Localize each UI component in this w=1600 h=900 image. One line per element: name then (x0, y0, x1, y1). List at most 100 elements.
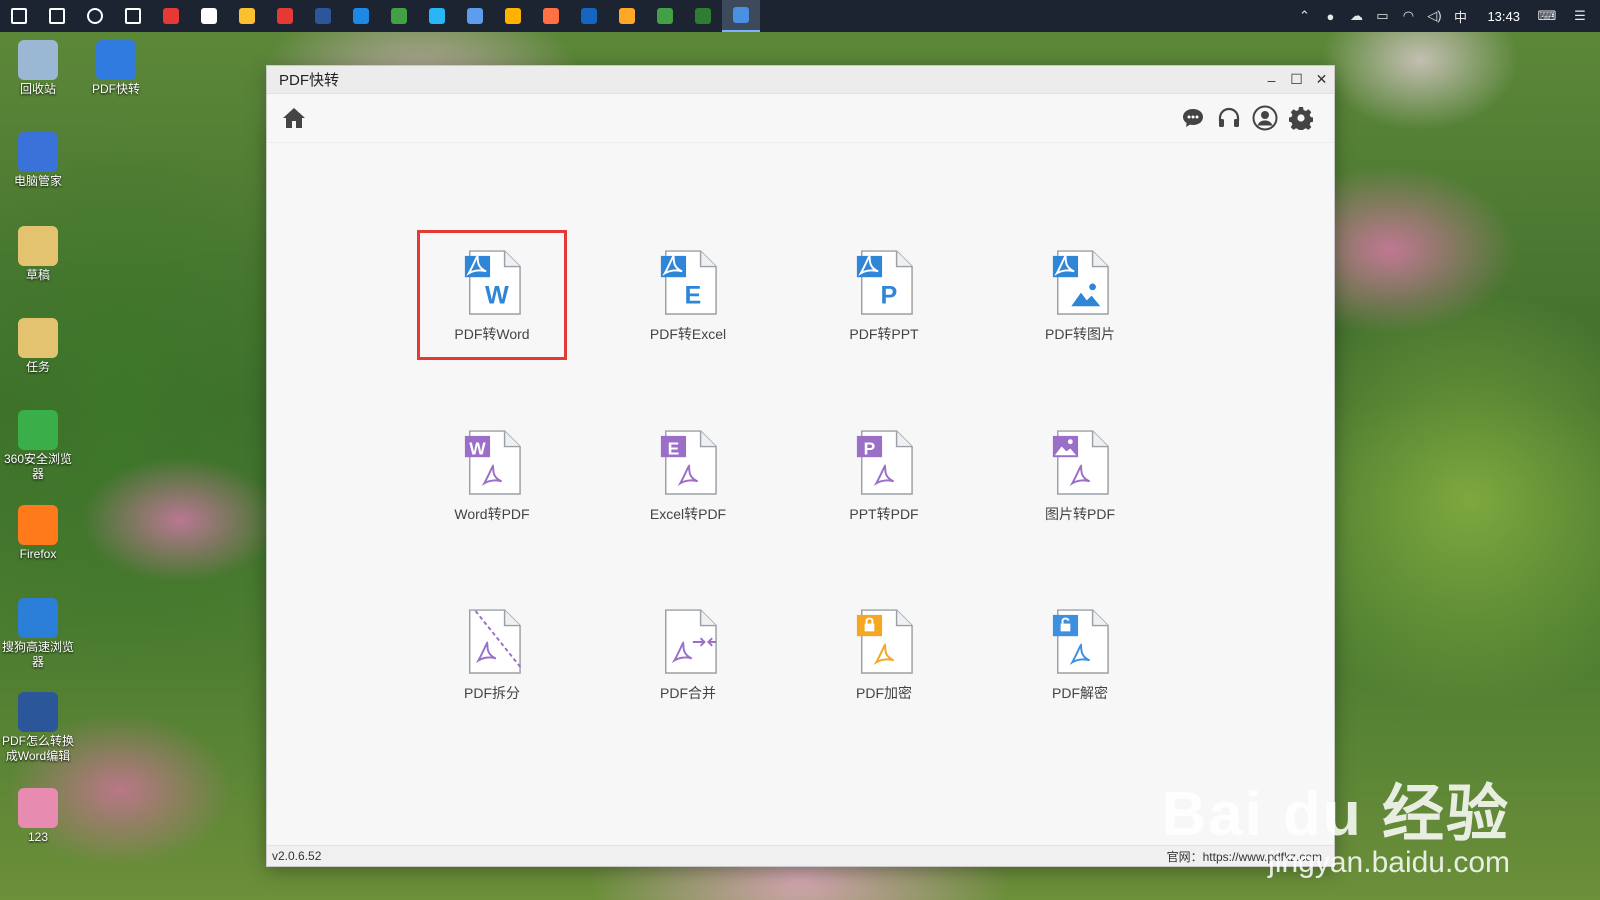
desktop-app-icon (18, 132, 58, 172)
desktop-icon[interactable]: 123 (0, 788, 76, 845)
task-view-icon[interactable] (114, 0, 152, 32)
desktop-icon-label: Firefox (19, 547, 57, 561)
wechat-icon[interactable] (646, 0, 684, 32)
tool-label: 图片转PDF (1045, 506, 1115, 522)
tool-tile[interactable]: P PDF转PPT (809, 230, 959, 360)
svg-text:W: W (469, 438, 486, 458)
watermark-url: jingyan.baidu.com (1268, 846, 1510, 879)
desktop-icon[interactable]: Firefox (0, 505, 76, 562)
desktop-app-icon (18, 226, 58, 266)
watermark-brand: Bai du 经验 (1161, 780, 1510, 849)
pdf-kuaizhuan-taskbar-icon[interactable] (722, 0, 760, 32)
account-button[interactable] (1250, 103, 1280, 133)
feedback-button[interactable] (1178, 103, 1208, 133)
tool-tile[interactable]: PDF拆分 (417, 589, 567, 719)
merge-doc-icon (665, 609, 717, 674)
image-to-pdf-doc-icon (1052, 430, 1109, 495)
close-button[interactable]: ✕ (1309, 66, 1334, 93)
wifi-icon[interactable]: ◠ (1395, 0, 1421, 32)
desktop-icon[interactable]: 回收站 (0, 40, 76, 97)
desktop-app-icon (18, 692, 58, 732)
svg-text:E: E (684, 281, 701, 309)
app-pen-icon[interactable] (456, 0, 494, 32)
tool-tile[interactable]: PDF加密 (809, 589, 959, 719)
tool-tile[interactable]: PDF合并 (613, 589, 763, 719)
desktop-icon[interactable]: 搜狗高速浏览器 (0, 598, 76, 670)
app-yellow-icon[interactable] (228, 0, 266, 32)
chevron-up-icon[interactable]: ⌃ (1291, 0, 1317, 32)
title-bar[interactable]: PDF快转 – ☐ ✕ (267, 66, 1334, 94)
app-blue-icon[interactable] (418, 0, 456, 32)
desktop-icon[interactable]: PDF怎么转换成Word编辑 (0, 692, 76, 764)
desktop-icon-label: 搜狗高速浏览器 (1, 640, 74, 669)
search-icon[interactable] (38, 0, 76, 32)
desktop-icon[interactable]: 任务 (0, 318, 76, 375)
desktop-icon[interactable]: 草稿 (0, 226, 76, 283)
baidu-watermark: Bai du 经验 jingyan.baidu.com (1161, 784, 1510, 880)
pdf-to-doc-icon: W (464, 250, 521, 315)
app-orange-icon[interactable] (532, 0, 570, 32)
desktop-icon-label: 草稿 (25, 268, 50, 282)
battery-icon[interactable]: ▭ (1369, 0, 1395, 32)
tool-label: PDF转图片 (1045, 326, 1115, 342)
chat-bubble-icon (1183, 109, 1203, 127)
home-button[interactable] (279, 103, 309, 133)
qq-tray-icon[interactable]: ● (1317, 0, 1343, 32)
excel-icon[interactable] (684, 0, 722, 32)
tool-tile[interactable]: PDF转图片 (1005, 230, 1155, 360)
tool-tile[interactable]: W PDF转Word (417, 230, 567, 360)
tool-tile[interactable]: E PDF转Excel (613, 230, 763, 360)
tool-tile[interactable]: P PPT转PDF (809, 410, 959, 540)
edge-icon[interactable] (342, 0, 380, 32)
desktop-icon-label: 电脑管家 (13, 174, 62, 188)
support-button[interactable] (1214, 103, 1244, 133)
tool-tile[interactable]: 图片转PDF (1005, 410, 1155, 540)
desktop-app-icon (96, 40, 136, 80)
notification-icon[interactable]: ☰ (1560, 0, 1600, 32)
desktop-icon[interactable]: 360安全浏览器 (0, 410, 76, 482)
user-icon (1252, 105, 1278, 131)
photoshop-icon[interactable] (570, 0, 608, 32)
tool-label: PDF加密 (856, 685, 912, 701)
window-title: PDF快转 (279, 72, 340, 89)
svg-text:P: P (880, 281, 897, 309)
app-smile-icon[interactable] (608, 0, 646, 32)
tool-label: Word转PDF (454, 506, 530, 522)
to-pdf-doc-icon: P (856, 430, 913, 495)
tool-label: PDF拆分 (464, 685, 520, 701)
minimize-button[interactable]: – (1259, 66, 1284, 93)
desktop-icon-label: 回收站 (19, 82, 56, 96)
pdf-to-doc-icon: E (660, 250, 717, 315)
svg-text:P: P (864, 438, 876, 458)
keyboard-icon[interactable]: ⌨ (1534, 0, 1560, 32)
tool-grid: W PDF转Word E PDF转Excel P PDF转PPT PDF转图片 … (267, 142, 1334, 822)
tool-tile[interactable]: W Word转PDF (417, 410, 567, 540)
ime-indicator[interactable]: 中 (1447, 0, 1473, 32)
system-tray: ⌃ ● ☁ ▭ ◠ ◁) 中 13:43 ⌨ ☰ (1291, 0, 1600, 32)
desktop-icon[interactable]: 电脑管家 (0, 132, 76, 189)
settings-button[interactable] (1286, 103, 1316, 133)
volume-icon[interactable]: ◁) (1421, 0, 1447, 32)
file-white-icon[interactable] (190, 0, 228, 32)
tool-label: PDF解密 (1052, 685, 1108, 701)
tool-tile[interactable]: PDF解密 (1005, 589, 1155, 719)
app-red-icon[interactable] (152, 0, 190, 32)
windows-start-icon[interactable] (0, 0, 38, 32)
tool-tile[interactable]: E Excel转PDF (613, 410, 763, 540)
to-pdf-doc-icon: E (660, 430, 717, 495)
clock[interactable]: 13:43 (1473, 9, 1534, 24)
maximize-button[interactable]: ☐ (1284, 66, 1309, 93)
tool-label: PDF转Excel (649, 326, 727, 342)
qq-icon[interactable] (494, 0, 532, 32)
weibo-icon[interactable] (266, 0, 304, 32)
desktop-app-icon (18, 40, 58, 80)
cortana-icon[interactable] (76, 0, 114, 32)
chrome-icon[interactable] (380, 0, 418, 32)
desktop-icon[interactable]: PDF快转 (78, 40, 154, 97)
word-icon[interactable] (304, 0, 342, 32)
desktop-app-icon (18, 410, 58, 450)
desktop-icon-label: 360安全浏览器 (3, 452, 73, 481)
cloud-icon[interactable]: ☁ (1343, 0, 1369, 32)
desktop-icon-label: 任务 (25, 360, 50, 374)
tool-label: PPT转PDF (849, 506, 919, 522)
